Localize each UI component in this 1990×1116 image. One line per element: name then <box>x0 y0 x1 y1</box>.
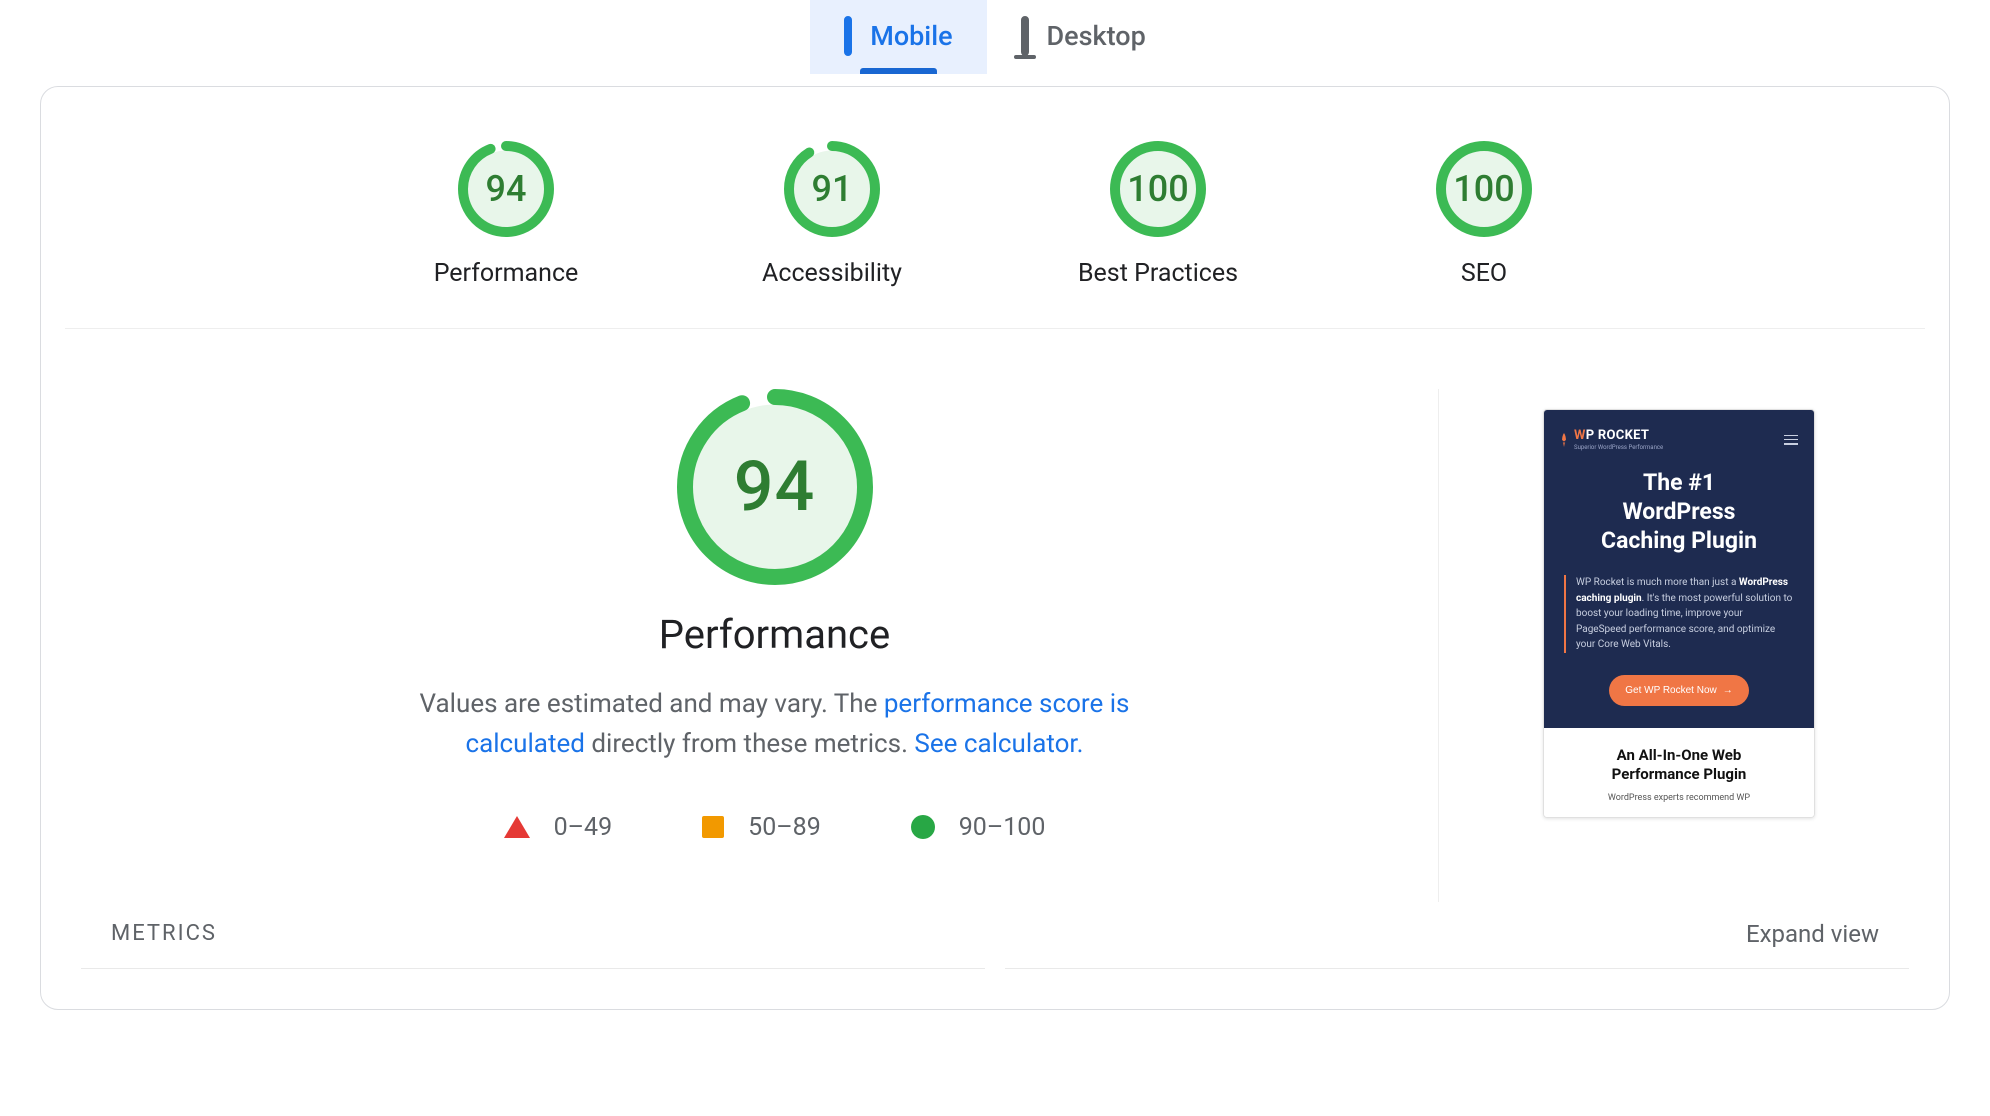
see-calculator-link[interactable]: See calculator. <box>914 729 1083 759</box>
tab-mobile-label: Mobile <box>870 20 952 52</box>
site-preview-column: WP ROCKET Superior WordPress Performance… <box>1479 389 1879 902</box>
desktop-icon <box>1021 20 1029 52</box>
legend-mid: 50–89 <box>702 813 821 842</box>
category-scores-row: 94 Performance 91 Accessibility 100 Best… <box>65 87 1925 329</box>
gauge-performance: 94 <box>458 141 554 237</box>
preview-body-text: WP Rocket is much more than just a WordP… <box>1564 575 1794 653</box>
preview-hero: WP ROCKET Superior WordPress Performance… <box>1544 410 1814 728</box>
arrow-right-icon: → <box>1723 685 1733 696</box>
preview-tagline: WordPress experts recommend WP <box>1556 793 1802 803</box>
preview-header: WP ROCKET Superior WordPress Performance <box>1560 428 1798 451</box>
gauge-seo: 100 <box>1436 141 1532 237</box>
hamburger-icon <box>1784 435 1798 445</box>
preview-headline: The #1 WordPress Caching Plugin <box>1560 469 1798 555</box>
category-accessibility-label: Accessibility <box>762 259 902 288</box>
legend-low: 0–49 <box>504 813 613 842</box>
preview-brand: WP ROCKET Superior WordPress Performance <box>1560 428 1663 451</box>
category-performance-label: Performance <box>434 259 579 288</box>
tab-desktop-label: Desktop <box>1047 20 1146 52</box>
square-icon <box>702 816 724 838</box>
mobile-icon <box>844 20 852 52</box>
expand-view-button[interactable]: Expand view <box>1746 920 1879 948</box>
category-best-practices[interactable]: 100 Best Practices <box>1058 141 1258 288</box>
category-seo[interactable]: 100 SEO <box>1384 141 1584 288</box>
legend-high: 90–100 <box>911 813 1046 842</box>
site-preview-card: WP ROCKET Superior WordPress Performance… <box>1543 409 1815 818</box>
metrics-title: METRICS <box>111 921 217 946</box>
performance-description: Values are estimated and may vary. The p… <box>365 684 1185 765</box>
tab-desktop[interactable]: Desktop <box>987 0 1180 74</box>
performance-summary: 94 Performance Values are estimated and … <box>111 389 1439 902</box>
category-accessibility[interactable]: 91 Accessibility <box>732 141 932 288</box>
performance-title: Performance <box>659 611 890 658</box>
category-seo-label: SEO <box>1461 259 1507 288</box>
gauge-performance-large: 94 <box>677 389 873 585</box>
preview-below: An All-In-One Web Performance Plugin Wor… <box>1544 728 1814 817</box>
preview-subhead: An All-In-One Web Performance Plugin <box>1556 746 1802 785</box>
triangle-icon <box>504 816 530 838</box>
circle-icon <box>911 815 935 839</box>
performance-section: 94 Performance Values are estimated and … <box>41 329 1949 902</box>
category-performance[interactable]: 94 Performance <box>406 141 606 288</box>
rocket-icon <box>1560 433 1568 447</box>
score-legend: 0–49 50–89 90–100 <box>504 813 1046 842</box>
category-best-practices-label: Best Practices <box>1078 259 1238 288</box>
metrics-divider <box>81 968 1909 969</box>
device-tabs: Mobile Desktop <box>0 0 1990 74</box>
tab-mobile[interactable]: Mobile <box>810 0 986 74</box>
metrics-header: METRICS Expand view <box>81 902 1909 948</box>
preview-cta: Get WP Rocket Now → <box>1560 675 1798 706</box>
preview-cta-button: Get WP Rocket Now → <box>1609 675 1749 706</box>
gauge-accessibility: 91 <box>784 141 880 237</box>
report-card: 94 Performance 91 Accessibility 100 Best… <box>40 86 1950 1010</box>
gauge-best-practices: 100 <box>1110 141 1206 237</box>
